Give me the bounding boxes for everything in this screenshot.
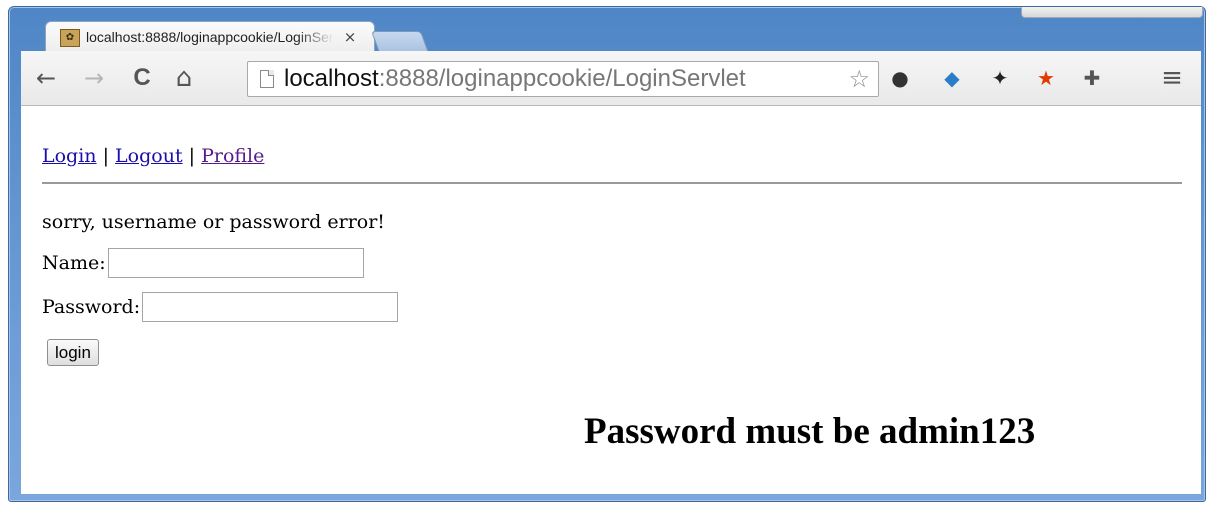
home-icon[interactable]: ⌂ (169, 63, 199, 93)
bookmark-star-icon[interactable]: ☆ (848, 64, 870, 94)
reload-icon[interactable]: C (127, 63, 157, 93)
ext-5-icon[interactable]: ✚ (1079, 65, 1105, 91)
page-content: Login | Logout | Profile sorry, username… (21, 106, 1201, 494)
url-text[interactable]: localhost:8888/loginappcookie/LoginServl… (284, 64, 746, 94)
nav-separator: | (188, 145, 196, 167)
divider (42, 182, 1182, 184)
ext-2-glyph: ◆ (944, 66, 960, 90)
menu-icon[interactable]: ≡ (1157, 63, 1187, 93)
name-row: Name: (42, 248, 364, 278)
new-tab-button[interactable] (370, 31, 430, 53)
ext-3-icon[interactable]: ✦ (987, 65, 1013, 91)
error-message: sorry, username or password error! (42, 211, 385, 233)
ext-1-icon[interactable]: ● (887, 65, 913, 91)
profile-link[interactable]: Profile (201, 145, 264, 167)
close-tab-icon[interactable]: × (340, 27, 360, 47)
browser-toolbar: ← → C ⌂ localhost:8888/loginappcookie/Lo… (21, 51, 1201, 106)
address-bar[interactable]: localhost:8888/loginappcookie/LoginServl… (247, 61, 879, 97)
name-input[interactable] (107, 248, 364, 278)
browser-window: ✿ localhost:8888/loginappcookie/LoginSer… (8, 6, 1206, 502)
url-host: localhost (284, 65, 379, 92)
tab-title: localhost:8888/loginappcookie/LoginServl… (86, 29, 334, 45)
login-button[interactable]: login (47, 339, 99, 366)
ext-1-glyph: ● (891, 66, 909, 90)
nav-separator: | (102, 145, 109, 167)
url-path: :8888/loginappcookie/LoginServlet (378, 65, 746, 92)
tab-strip: ✿ localhost:8888/loginappcookie/LoginSer… (9, 7, 1205, 54)
page-favicon-icon: ✿ (60, 29, 80, 47)
ext-2-icon[interactable]: ◆ (939, 65, 965, 91)
ext-4-icon[interactable]: ★ (1033, 65, 1059, 91)
logout-link[interactable]: Logout (115, 145, 183, 167)
ext-3-glyph: ✦ (991, 66, 1009, 90)
login-link[interactable]: Login (42, 145, 97, 167)
forward-arrow-icon[interactable]: → (79, 63, 109, 93)
ext-4-glyph: ★ (1037, 66, 1055, 90)
password-label: Password: (42, 296, 141, 318)
browser-tab[interactable]: ✿ localhost:8888/loginappcookie/LoginSer… (45, 21, 375, 54)
annotation-text: Password must be admin123 (584, 411, 1036, 452)
page-icon (260, 70, 274, 88)
ext-5-glyph: ✚ (1083, 66, 1101, 90)
back-arrow-icon[interactable]: ← (31, 63, 61, 93)
password-row: Password: (42, 292, 399, 322)
name-label: Name: (42, 252, 106, 274)
nav-links: Login | Logout | Profile (42, 144, 264, 168)
password-input[interactable] (142, 292, 399, 322)
